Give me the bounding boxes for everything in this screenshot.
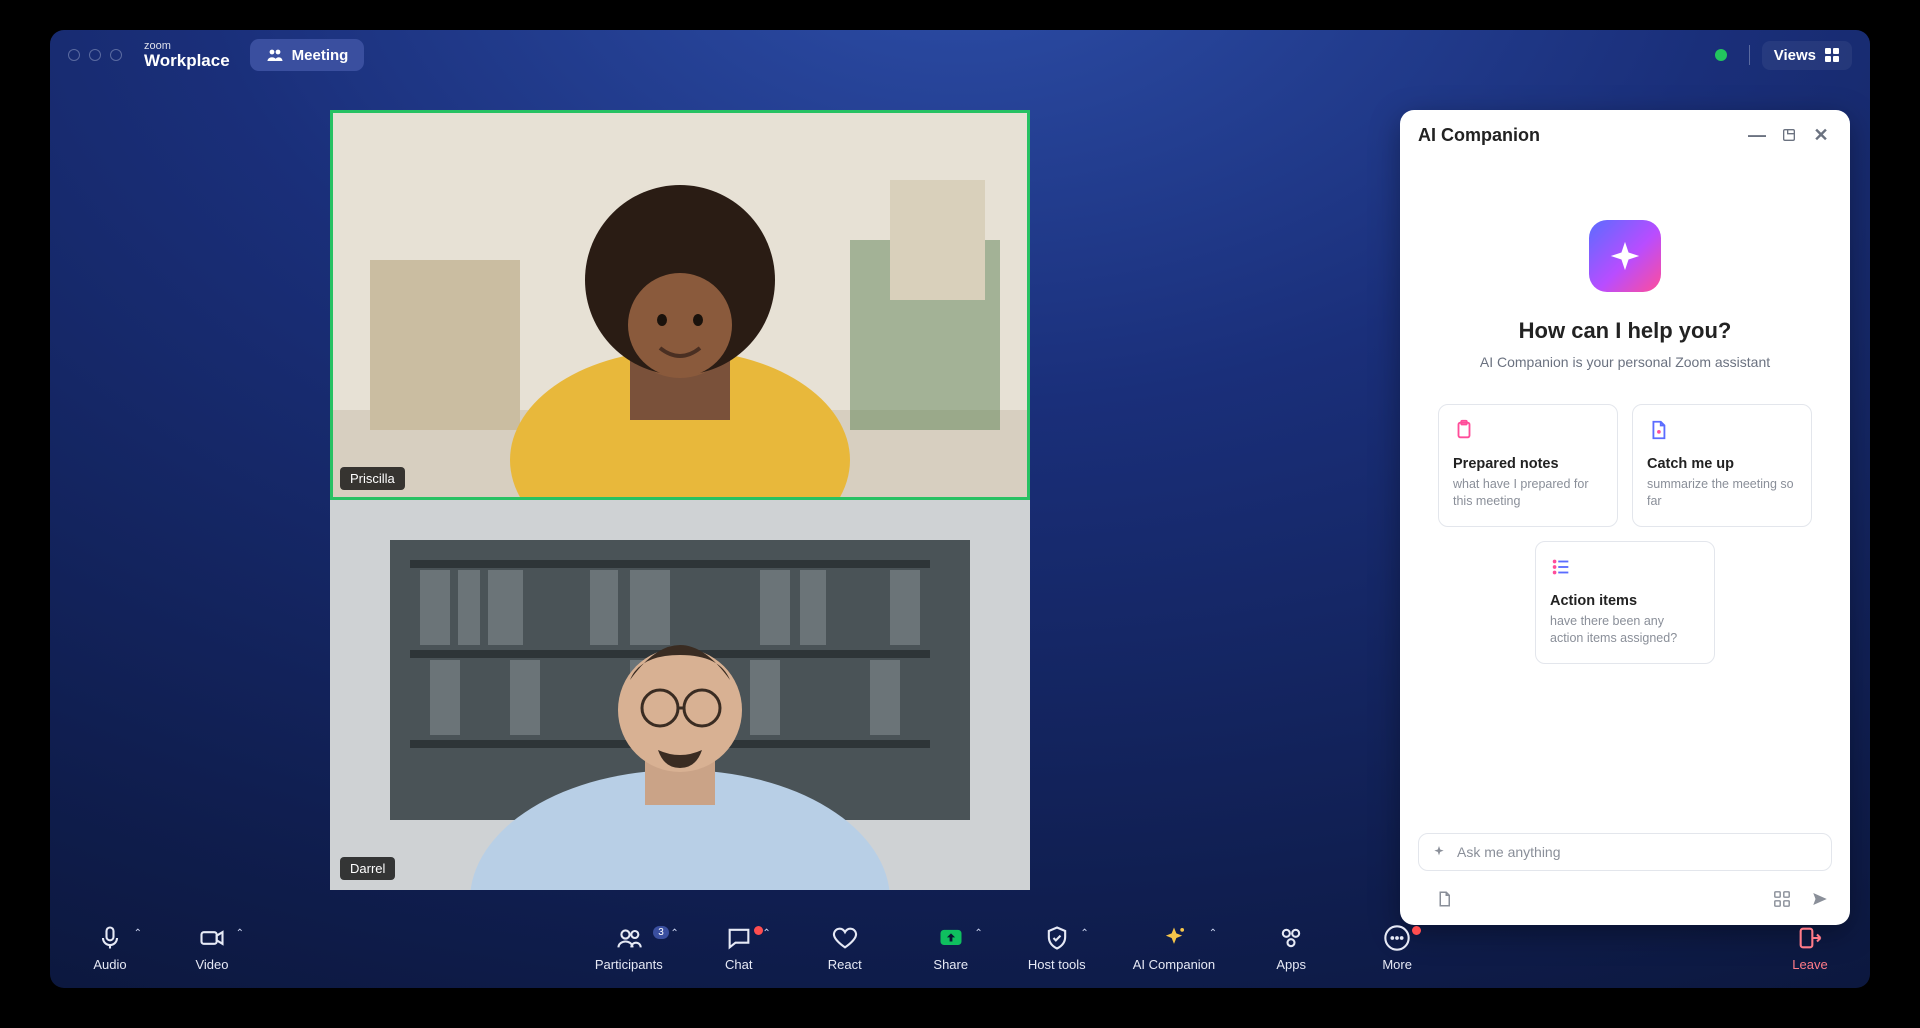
apps-icon <box>1277 924 1305 952</box>
share-button[interactable]: ⌃ Share <box>921 924 981 972</box>
card-subtitle: what have I prepared for this meeting <box>1453 476 1603 510</box>
people-icon <box>615 924 643 952</box>
title-bar: zoom Workplace Meeting Views <box>50 30 1870 80</box>
panel-subtitle: AI Companion is your personal Zoom assis… <box>1428 354 1822 370</box>
card-title: Action items <box>1550 593 1700 609</box>
chat-button[interactable]: ⌃ Chat <box>709 924 769 972</box>
meeting-window: zoom Workplace Meeting Views <box>50 30 1870 988</box>
share-screen-icon <box>937 924 965 952</box>
toolbar-label: Chat <box>725 957 752 972</box>
more-icon <box>1383 924 1411 952</box>
host-tools-button[interactable]: ⌃ Host tools <box>1027 924 1087 972</box>
toolbar-label: Leave <box>1792 957 1827 972</box>
more-button[interactable]: More <box>1367 924 1427 972</box>
chevron-up-icon[interactable]: ⌃ <box>134 928 142 939</box>
leave-icon <box>1796 924 1824 952</box>
card-title: Prepared notes <box>1453 456 1603 472</box>
chevron-up-icon[interactable]: ⌃ <box>1080 928 1088 939</box>
camera-icon <box>198 924 226 952</box>
chevron-up-icon[interactable]: ⌃ <box>236 928 244 939</box>
card-subtitle: summarize the meeting so far <box>1647 476 1797 510</box>
chevron-up-icon[interactable]: ⌃ <box>1209 928 1217 939</box>
meeting-pill-label: Meeting <box>292 47 349 64</box>
people-icon <box>266 46 284 64</box>
close-icon[interactable]: ✕ <box>1810 124 1832 146</box>
meeting-toolbar: ⌃ Audio ⌃ Video 3 ⌃ <box>50 908 1870 988</box>
grid-icon <box>1824 47 1840 63</box>
participant-video <box>330 500 1030 890</box>
toolbar-label: Participants <box>595 957 663 972</box>
participant-name: Darrel <box>340 857 395 880</box>
ai-companion-panel: AI Companion — ✕ How can I help you? A <box>1400 110 1850 925</box>
video-grid: Priscilla <box>330 110 1030 890</box>
notification-dot-icon <box>1412 926 1421 935</box>
brand-bottom: Workplace <box>144 52 230 69</box>
toolbar-label: More <box>1382 957 1412 972</box>
participant-video <box>330 110 1030 500</box>
clipboard-icon <box>1453 419 1475 441</box>
ai-companion-button[interactable]: ⌃ AI Companion <box>1133 924 1215 972</box>
divider <box>1749 45 1750 65</box>
window-controls[interactable] <box>68 49 122 61</box>
list-icon <box>1550 556 1572 578</box>
minimize-icon[interactable] <box>89 49 101 61</box>
ai-companion-logo-icon <box>1589 220 1661 292</box>
chevron-up-icon[interactable]: ⌃ <box>670 928 678 939</box>
video-button[interactable]: ⌃ Video <box>182 924 242 972</box>
shield-icon <box>1043 924 1071 952</box>
sparkle-icon <box>1160 924 1188 952</box>
microphone-icon <box>96 924 124 952</box>
ask-placeholder: Ask me anything <box>1457 844 1561 860</box>
popout-icon[interactable] <box>1778 124 1800 146</box>
suggestion-card-action-items[interactable]: Action items have there been any action … <box>1535 541 1715 664</box>
suggestion-card-prepared-notes[interactable]: Prepared notes what have I prepared for … <box>1438 404 1618 527</box>
participants-count: 3 <box>653 926 669 939</box>
panel-header: AI Companion — ✕ <box>1400 110 1850 160</box>
close-icon[interactable] <box>68 49 80 61</box>
app-brand: zoom Workplace <box>144 41 230 69</box>
apps-button[interactable]: Apps <box>1261 924 1321 972</box>
maximize-icon[interactable] <box>110 49 122 61</box>
views-button[interactable]: Views <box>1762 41 1852 70</box>
heart-icon <box>831 924 859 952</box>
panel-heading: How can I help you? <box>1428 318 1822 344</box>
leave-button[interactable]: Leave <box>1780 924 1840 972</box>
minimize-icon[interactable]: — <box>1746 124 1768 146</box>
toolbar-label: Apps <box>1276 957 1306 972</box>
document-icon <box>1647 419 1669 441</box>
video-tile[interactable]: Priscilla <box>330 110 1030 500</box>
audio-button[interactable]: ⌃ Audio <box>80 924 140 972</box>
ask-input[interactable]: Ask me anything <box>1418 833 1832 871</box>
toolbar-label: Host tools <box>1028 957 1086 972</box>
card-subtitle: have there been any action items assigne… <box>1550 613 1700 647</box>
connection-status-icon <box>1715 49 1727 61</box>
react-button[interactable]: React <box>815 924 875 972</box>
toolbar-label: AI Companion <box>1133 957 1215 972</box>
suggestion-cards: Prepared notes what have I prepared for … <box>1428 404 1822 664</box>
participant-name: Priscilla <box>340 467 405 490</box>
participants-button[interactable]: 3 ⌃ Participants <box>595 924 663 972</box>
chat-icon <box>725 924 753 952</box>
panel-title: AI Companion <box>1418 125 1540 146</box>
toolbar-label: React <box>828 957 862 972</box>
toolbar-label: Video <box>195 957 228 972</box>
toolbar-label: Share <box>933 957 968 972</box>
chevron-up-icon[interactable]: ⌃ <box>974 928 982 939</box>
views-label: Views <box>1774 47 1816 64</box>
card-title: Catch me up <box>1647 456 1797 472</box>
brand-top: zoom <box>144 41 230 52</box>
chevron-up-icon[interactable]: ⌃ <box>762 928 770 939</box>
toolbar-label: Audio <box>93 957 126 972</box>
suggestion-card-catch-me-up[interactable]: Catch me up summarize the meeting so far <box>1632 404 1812 527</box>
sparkle-icon <box>1431 844 1447 860</box>
video-tile[interactable]: Darrel <box>330 500 1030 890</box>
meeting-pill[interactable]: Meeting <box>250 39 365 71</box>
